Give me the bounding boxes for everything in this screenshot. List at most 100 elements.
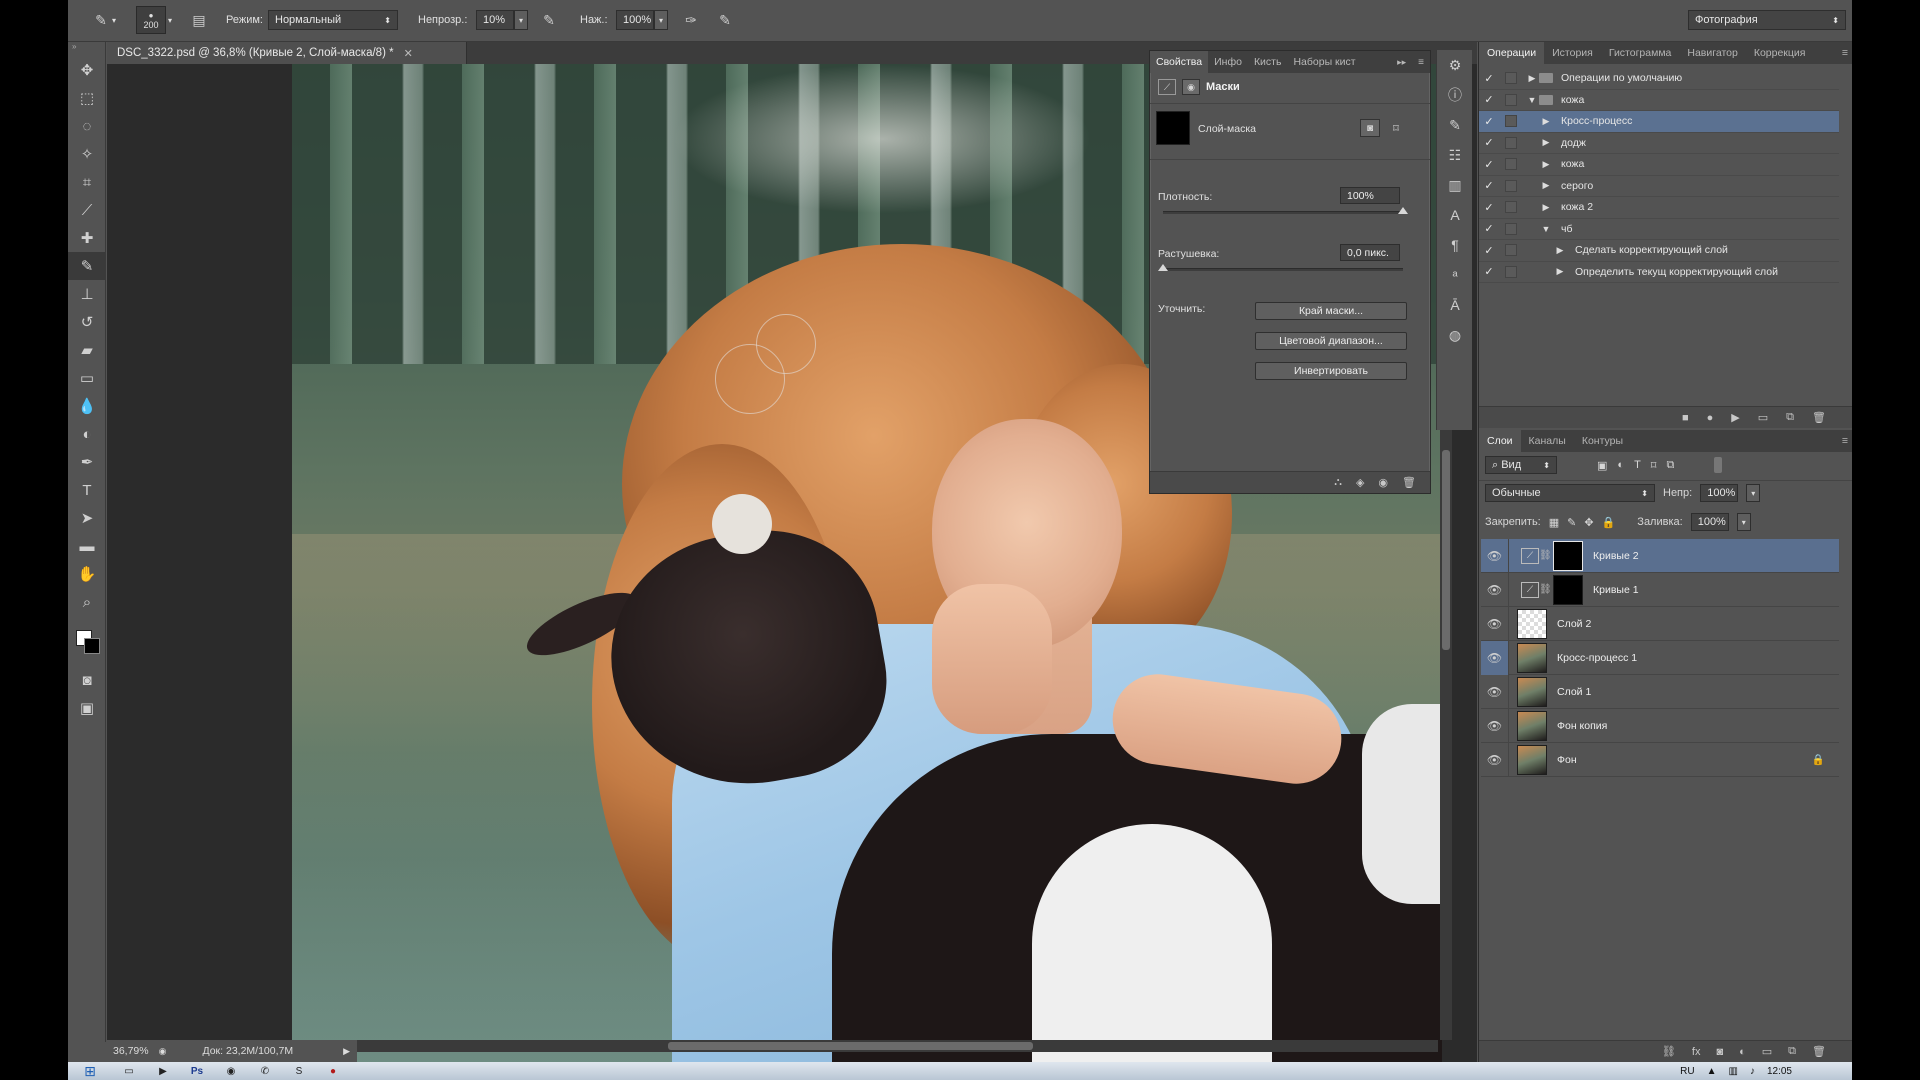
status-info-icon[interactable]: ◉ [159, 1046, 167, 1057]
layer-mask-thumbnail[interactable] [1553, 574, 1583, 605]
delete-layer-icon[interactable]: 🗑 [1812, 1045, 1826, 1058]
feather-field[interactable]: 0,0 пикс. [1340, 244, 1400, 261]
layer-name[interactable]: Фон копия [1557, 720, 1607, 732]
action-enabled-check-icon[interactable]: ✓ [1479, 158, 1499, 171]
new-layer-icon[interactable]: ⧉ [1788, 1045, 1796, 1058]
expand-arrow-icon[interactable]: ▶ [1553, 266, 1567, 277]
mode-select[interactable]: Нормальный ⬍ [268, 9, 398, 31]
layer-opacity-arrow-icon[interactable]: ▾ [1746, 484, 1761, 502]
lasso-tool-icon[interactable]: ◌ [68, 112, 106, 140]
new-adjustment-icon[interactable]: ◐ [1739, 1046, 1746, 1058]
lock-transparency-icon[interactable]: ▦ [1549, 516, 1559, 529]
layer-row[interactable]: 👁 ⟋ ⛓ Кривые 2 [1481, 538, 1839, 573]
mask-thumbnail[interactable] [1156, 111, 1190, 145]
action-dialog-toggle[interactable] [1505, 201, 1517, 214]
status-menu-arrow-icon[interactable]: ▶ [343, 1046, 350, 1057]
viber-taskbar-icon[interactable]: ✆ [248, 1062, 282, 1080]
blur-tool-icon[interactable]: 💧 [68, 392, 106, 420]
expand-arrow-icon[interactable]: ▶ [1539, 202, 1553, 213]
action-enabled-check-icon[interactable]: ✓ [1479, 136, 1499, 149]
action-dialog-toggle[interactable] [1505, 265, 1517, 278]
feather-slider[interactable] [1163, 268, 1403, 271]
delete-mask-icon[interactable]: 🗑 [1402, 476, 1416, 489]
action-enabled-check-icon[interactable]: ✓ [1479, 244, 1499, 257]
new-group-icon[interactable]: ▭ [1762, 1045, 1772, 1058]
new-action-icon[interactable]: ⧉ [1786, 411, 1794, 424]
action-dialog-toggle[interactable] [1505, 244, 1517, 257]
curves-adjust-icon[interactable]: ⟋ [1158, 79, 1176, 95]
action-dialog-toggle[interactable] [1505, 222, 1517, 235]
panel-menu-icon[interactable]: ≡ [1412, 51, 1430, 73]
layer-thumbnail[interactable] [1517, 642, 1547, 673]
action-enabled-check-icon[interactable]: ✓ [1479, 93, 1499, 106]
layer-name[interactable]: Кросс-процесс 1 [1557, 652, 1637, 664]
tab-histogram[interactable]: Гистограмма [1601, 42, 1680, 64]
layer-thumbnail[interactable] [1517, 608, 1547, 639]
opacity-field[interactable]: 10% ▾ [476, 9, 528, 31]
layer-filter-select[interactable]: ⌕ Вид ⬍ [1485, 456, 1557, 474]
layer-visibility-eye-icon[interactable]: 👁 [1481, 572, 1509, 607]
tab-actions[interactable]: Операции [1479, 42, 1545, 64]
action-row[interactable]: ✓ ▶ Кросс-процесс [1479, 111, 1839, 133]
filter-shape-icon[interactable]: ⌑ [1651, 459, 1657, 472]
background-color-swatch[interactable] [84, 638, 100, 654]
feather-slider-knob[interactable] [1158, 264, 1168, 271]
layer-name[interactable]: Слой 2 [1557, 618, 1591, 630]
character-styles-icon[interactable]: ᵃ [1437, 260, 1473, 290]
start-button-icon[interactable]: ⊞ [68, 1062, 112, 1080]
tab-properties[interactable]: Свойства [1150, 51, 1209, 73]
density-slider-knob[interactable] [1398, 207, 1408, 214]
layer-visibility-eye-icon[interactable]: 👁 [1481, 640, 1509, 675]
tab-adjustments[interactable]: Коррекция [1746, 42, 1814, 64]
action-enabled-check-icon[interactable]: ✓ [1479, 222, 1499, 235]
layer-visibility-eye-icon[interactable]: 👁 [1481, 674, 1509, 709]
layer-row[interactable]: 👁 Слой 1 [1481, 674, 1839, 709]
expand-arrow-icon[interactable]: ▶ [1539, 159, 1553, 170]
filter-type-icon[interactable]: T [1634, 459, 1641, 471]
brush-panel-icon[interactable]: ✎ [1437, 110, 1473, 140]
dodge-tool-icon[interactable]: ◐ [68, 420, 106, 448]
pixel-mask-button[interactable]: ◙ [1360, 119, 1380, 137]
tablet-opacity-icon[interactable]: ✎ [538, 9, 560, 31]
horizontal-scroll-thumb[interactable] [668, 1042, 1033, 1050]
action-row[interactable]: ✓ ▶ серого [1479, 176, 1839, 197]
explorer-taskbar-icon[interactable]: ▭ [112, 1062, 146, 1080]
filter-smart-icon[interactable]: ⧉ [1666, 459, 1674, 472]
add-mask-icon[interactable]: ◙ [1716, 1046, 1723, 1058]
expand-arrow-icon[interactable]: ▶ [1525, 73, 1539, 84]
shape-tool-icon[interactable]: ▬ [68, 532, 106, 560]
toggle-mask-icon[interactable]: ◉ [1378, 476, 1388, 489]
layer-thumbnail[interactable] [1517, 676, 1547, 707]
mask-link-icon[interactable]: ⛓ [1539, 584, 1552, 595]
record-action-icon[interactable]: ● [1707, 412, 1714, 424]
tablet-size-icon[interactable]: ✎ [714, 9, 736, 31]
action-row[interactable]: ✓ ▼ чб [1479, 219, 1839, 240]
action-dialog-toggle[interactable] [1505, 115, 1517, 128]
path-select-tool-icon[interactable]: ➤ [68, 504, 106, 532]
photoshop-taskbar-icon[interactable]: Ps [180, 1062, 214, 1080]
crop-tool-icon[interactable]: ⌗ [68, 168, 106, 196]
layer-row[interactable]: 👁 Фон копия [1481, 708, 1839, 743]
layer-name[interactable]: Кривые 2 [1593, 550, 1639, 562]
expand-arrow-icon[interactable]: ▶ [1539, 180, 1553, 191]
layer-name[interactable]: Фон [1557, 754, 1577, 766]
layer-visibility-eye-icon[interactable]: 👁 [1481, 538, 1509, 573]
properties-panel-icon[interactable]: ⚙ [1437, 50, 1473, 80]
eyedropper-tool-icon[interactable]: ⟋ [68, 196, 106, 224]
recorder-taskbar-icon[interactable]: ● [316, 1062, 350, 1080]
delete-action-icon[interactable]: 🗑 [1812, 411, 1826, 424]
layer-row[interactable]: 👁 Фон 🔒 [1481, 742, 1839, 777]
media-taskbar-icon[interactable]: ▶ [146, 1062, 180, 1080]
chrome-taskbar-icon[interactable]: ◉ [214, 1062, 248, 1080]
brush-tool-icon[interactable]: ✎ [68, 252, 106, 280]
paragraph-panel-icon[interactable]: ¶ [1437, 230, 1473, 260]
density-field[interactable]: 100% [1340, 187, 1400, 204]
brush-panel-toggle-icon[interactable]: ▤ [188, 9, 210, 31]
action-dialog-toggle[interactable] [1505, 72, 1517, 85]
brush-tool-icon[interactable]: ✎ ▾ [90, 9, 116, 31]
stop-action-icon[interactable]: ■ [1682, 412, 1689, 424]
info-panel-icon[interactable]: ⓘ [1437, 80, 1473, 110]
filter-pixel-icon[interactable]: ▣ [1597, 459, 1607, 472]
volume-icon[interactable]: ♪ [1750, 1066, 1755, 1077]
lock-all-icon[interactable]: 🔒 [1602, 516, 1616, 529]
